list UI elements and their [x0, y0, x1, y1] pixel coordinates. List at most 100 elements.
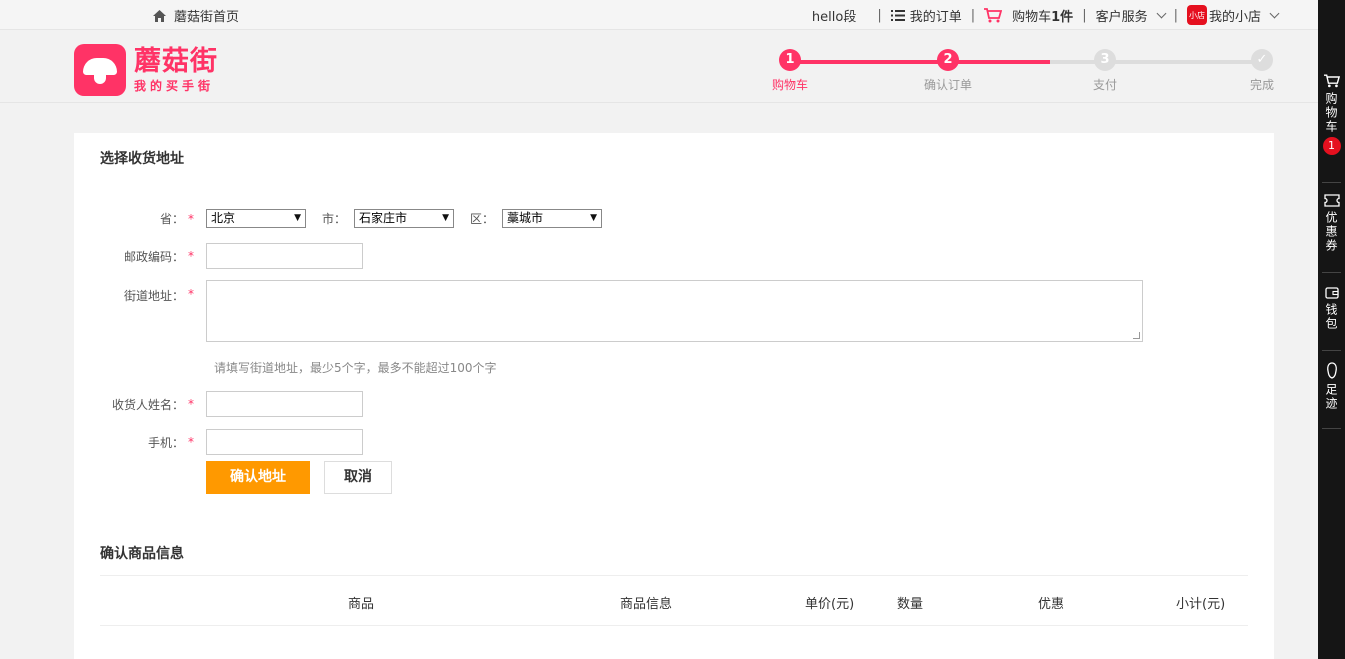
logo-slogan: 我的买手街: [134, 78, 215, 93]
step-label: 完成: [1249, 78, 1274, 92]
greeting: hello段: [811, 9, 857, 25]
coupon-icon: [1323, 194, 1340, 207]
goods-table-header: 商品 商品信息 单价(元) 数量 优惠 小计(元): [100, 575, 1248, 626]
province-label: 省：: [159, 212, 184, 226]
required-mark: *: [188, 287, 194, 301]
header: 蘑菇街 我的买手街 1 购物车 2 确认订单 3 支付 ✓ 完成: [0, 31, 1318, 103]
phone-label: 手机：: [147, 435, 184, 450]
street-hint: 请填写街道地址，最少5个字，最多不能超过100个字: [214, 361, 497, 375]
step-number: 3: [1094, 49, 1116, 71]
cart-count-badge: 1: [1322, 137, 1341, 155]
street-textarea[interactable]: [206, 280, 1143, 342]
column-header: 小计(元): [1176, 597, 1226, 612]
sidebar-cart-label: 购物车: [1324, 92, 1338, 134]
divider: |: [970, 7, 976, 23]
sidebar-divider: [1322, 428, 1341, 429]
customer-service-label: 客户服务: [1095, 9, 1148, 25]
step-number: 2: [937, 49, 959, 71]
confirm-address-button[interactable]: 确认地址: [206, 461, 310, 494]
cart-icon: [984, 7, 1003, 22]
step-label: 购物车: [771, 78, 808, 92]
province-select[interactable]: 北京 ▼: [206, 209, 306, 228]
divider: |: [877, 7, 882, 23]
column-header: 数量: [897, 597, 924, 612]
step-cart: 1 购物车: [760, 49, 820, 93]
mushroom-logo-icon: [74, 44, 126, 96]
footprint-icon: [1326, 362, 1337, 379]
sidebar-history-label: 足迹: [1324, 383, 1338, 411]
dropdown-arrow-icon: ▼: [590, 213, 598, 223]
receiver-name-input[interactable]: [206, 391, 363, 417]
sidebar-divider: [1322, 350, 1341, 351]
postcode-label: 邮政编码：: [123, 249, 184, 264]
street-label: 街道地址：: [123, 289, 184, 303]
cart-count: 1件: [1051, 9, 1074, 25]
receiver-name-label: 收货人姓名：: [111, 397, 184, 412]
my-shop-menu[interactable]: 小店 我的小店: [1186, 5, 1280, 25]
divider: |: [1173, 7, 1178, 23]
shop-badge-icon: 小店: [1186, 5, 1207, 25]
my-orders-label: 我的订单: [909, 9, 962, 25]
region-row: 省： * 北京 ▼ 市： 石家庄市 ▼ 区： 藁城市 ▼: [74, 209, 603, 228]
step-complete: ✓ 完成: [1232, 49, 1292, 93]
street-row: 街道地址： *: [74, 280, 1143, 342]
step-confirm-order: 2 确认订单: [918, 49, 978, 93]
sidebar-wallet[interactable]: 钱包: [1318, 287, 1345, 331]
sidebar-divider: [1322, 182, 1341, 183]
column-header: 单价(元): [805, 597, 855, 612]
cart-icon: [1323, 74, 1340, 88]
my-orders-link[interactable]: 我的订单: [890, 6, 962, 25]
required-mark: *: [188, 435, 194, 449]
right-toolbar: 购物车 1 优惠券 钱包 足迹: [1318, 0, 1345, 659]
step-pay: 3 支付: [1075, 49, 1135, 93]
district-select[interactable]: 藁城市 ▼: [502, 209, 603, 228]
district-value: 藁城市: [507, 211, 544, 225]
province-value: 北京: [211, 211, 236, 225]
wallet-icon: [1324, 287, 1339, 299]
customer-service-menu[interactable]: 客户服务: [1095, 6, 1167, 25]
sidebar-coupon[interactable]: 优惠券: [1318, 194, 1345, 253]
checkout-progress: 1 购物车 2 确认订单 3 支付 ✓ 完成: [772, 49, 1274, 109]
list-icon: [890, 9, 905, 21]
column-header: 优惠: [1038, 597, 1065, 612]
city-label: 市：: [322, 212, 347, 226]
column-header: 商品信息: [620, 597, 673, 612]
required-mark: *: [188, 249, 194, 263]
divider: |: [1082, 7, 1087, 23]
resize-grip-icon[interactable]: [1133, 332, 1140, 339]
city-select[interactable]: 石家庄市 ▼: [354, 209, 455, 228]
chevron-down-icon: [1156, 8, 1167, 18]
step-label: 支付: [1092, 78, 1117, 92]
sidebar-wallet-label: 钱包: [1324, 303, 1338, 331]
cart-label: 购物车: [1012, 9, 1052, 25]
required-mark: *: [188, 397, 194, 411]
dropdown-arrow-icon: ▼: [294, 213, 301, 223]
address-section-title: 选择收货地址: [100, 151, 184, 167]
goods-section-title: 确认商品信息: [100, 546, 184, 562]
home-label: 蘑菇街首页: [174, 10, 240, 25]
dropdown-arrow-icon: ▼: [442, 213, 450, 223]
checkout-card: 选择收货地址 省： * 北京 ▼ 市： 石家庄市 ▼ 区： 藁城市 ▼ 邮政编码…: [74, 133, 1274, 659]
home-icon: [153, 9, 166, 22]
postcode-row: 邮政编码： *: [74, 243, 363, 269]
my-shop-label: 我的小店: [1208, 9, 1261, 25]
step-number: 1: [779, 49, 801, 71]
cart-link[interactable]: 购物车1件: [984, 6, 1073, 25]
district-label: 区：: [470, 212, 495, 226]
column-header: 商品: [348, 597, 375, 612]
sidebar-divider: [1322, 272, 1341, 273]
phone-input[interactable]: [206, 429, 363, 455]
sidebar-history[interactable]: 足迹: [1318, 362, 1345, 411]
postcode-input[interactable]: [206, 243, 363, 269]
chevron-down-icon: [1269, 8, 1280, 18]
check-icon: ✓: [1251, 49, 1273, 71]
sidebar-cart[interactable]: 购物车 1: [1318, 74, 1345, 155]
required-mark: *: [188, 211, 194, 226]
cancel-button[interactable]: 取消: [324, 461, 392, 494]
home-link[interactable]: 蘑菇街首页: [153, 6, 239, 25]
logo[interactable]: 蘑菇街 我的买手街: [74, 44, 218, 96]
phone-row: 手机： *: [74, 429, 363, 455]
receiver-name-row: 收货人姓名： *: [74, 391, 363, 417]
logo-name: 蘑菇街: [134, 45, 218, 77]
sidebar-coupon-label: 优惠券: [1324, 211, 1338, 253]
